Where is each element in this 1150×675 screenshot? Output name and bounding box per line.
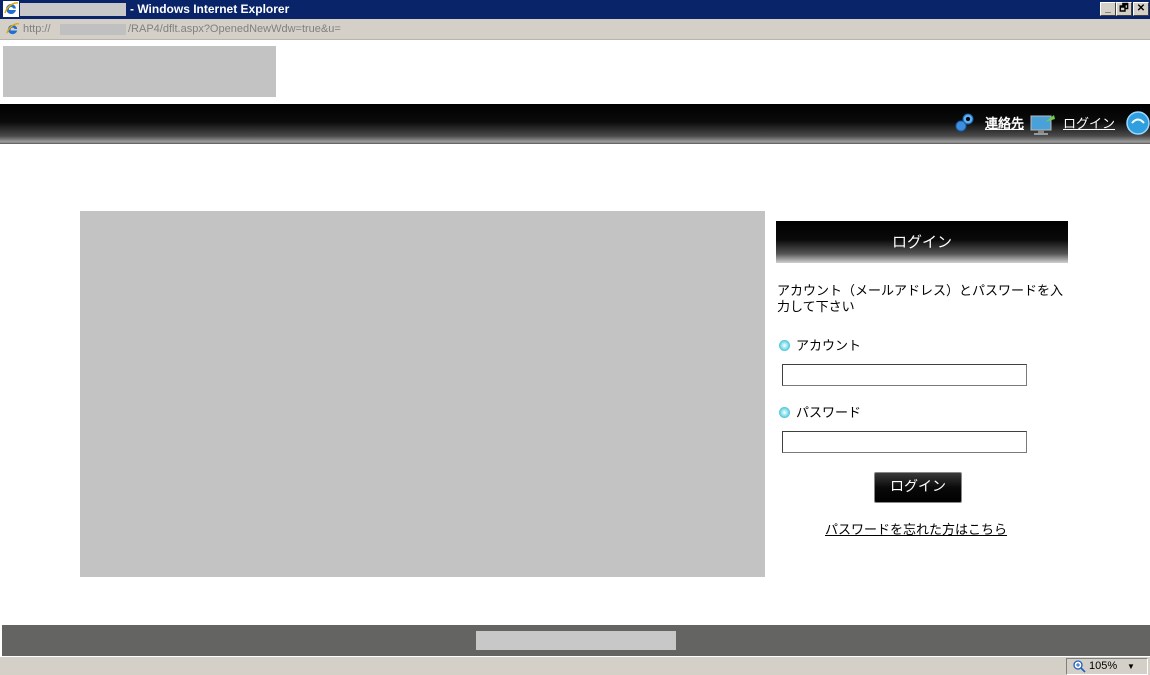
page-footer: [2, 625, 1150, 656]
redacted-url-host: [60, 24, 126, 35]
header-login-link[interactable]: ログイン: [1063, 113, 1115, 132]
window-title: - Windows Internet Explorer: [130, 2, 290, 16]
login-panel-header: ログイン: [776, 221, 1068, 263]
window-title-bar: - Windows Internet Explorer _ 🗗 ✕: [0, 0, 1150, 19]
contact-icon: [955, 113, 974, 132]
page-ie-icon: [6, 23, 20, 35]
zoom-level: 105%: [1089, 660, 1118, 672]
login-button[interactable]: ログイン: [874, 472, 962, 503]
account-label-text: アカウント: [796, 339, 862, 354]
bullet-icon: [779, 407, 790, 418]
account-input[interactable]: [782, 364, 1027, 386]
zoom-magnifier-icon: [1073, 660, 1086, 673]
zoom-control[interactable]: 105% ▼: [1066, 658, 1148, 675]
status-bar: 105% ▼: [0, 656, 1150, 675]
bullet-icon: [779, 340, 790, 351]
contact-link[interactable]: 連絡先: [985, 113, 1024, 132]
redacted-title-area: [20, 3, 126, 16]
login-instructions: アカウント（メールアドレス）とパスワードを入力して下さい: [777, 284, 1064, 315]
main-banner-placeholder: [80, 211, 765, 577]
password-label: パスワード: [779, 402, 861, 421]
chevron-down-icon[interactable]: ▼: [1127, 659, 1135, 674]
password-label-text: パスワード: [796, 406, 862, 421]
footer-text-placeholder: [476, 631, 676, 650]
password-input[interactable]: [782, 431, 1027, 453]
forgot-password-link[interactable]: パスワードを忘れた方はこちら: [825, 519, 1007, 538]
minimize-button[interactable]: _: [1100, 2, 1116, 16]
header-nav-bar: 連絡先 ログイン: [0, 104, 1150, 144]
restore-button[interactable]: 🗗: [1116, 2, 1132, 16]
internet-explorer-icon: [3, 1, 19, 17]
url-path: /RAP4/dflt.aspx?OpenedNewWdw=true&u=: [128, 23, 341, 35]
url-scheme: http://: [23, 23, 51, 35]
account-label: アカウント: [779, 335, 861, 354]
monitor-login-icon: [1030, 115, 1055, 135]
scroll-top-icon[interactable]: [1126, 111, 1150, 135]
site-logo-placeholder: [3, 46, 276, 97]
address-bar[interactable]: http:// /RAP4/dflt.aspx?OpenedNewWdw=tru…: [0, 19, 1150, 40]
close-button[interactable]: ✕: [1133, 2, 1149, 16]
